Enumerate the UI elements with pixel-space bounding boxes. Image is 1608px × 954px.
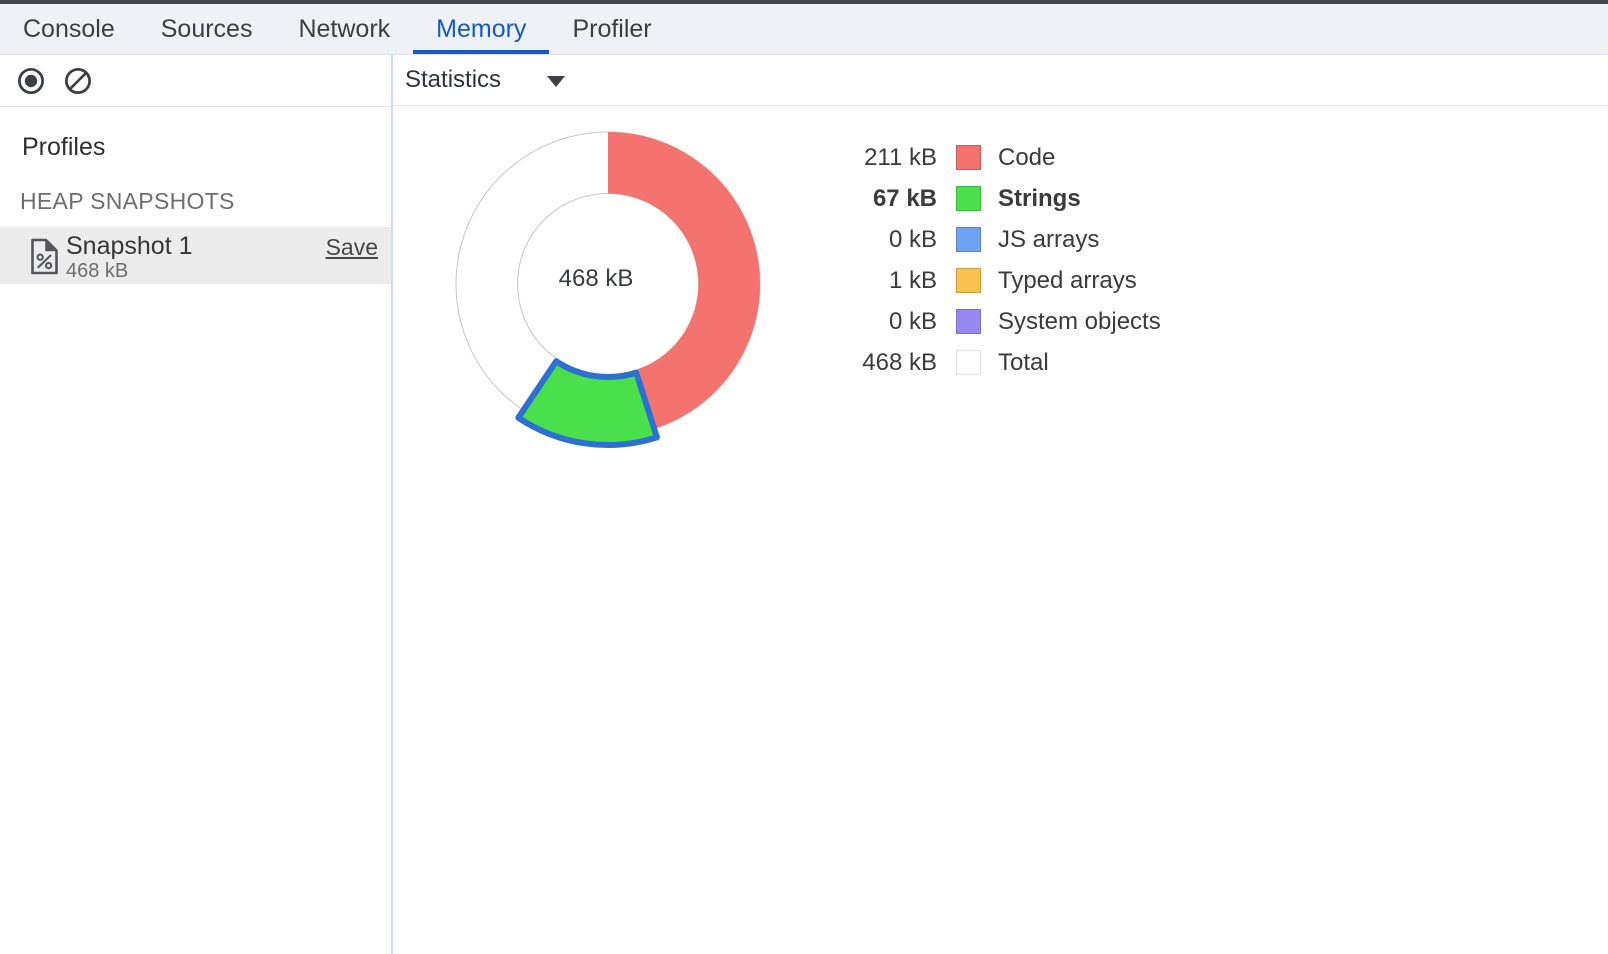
clear-profiles-button[interactable] <box>63 66 93 96</box>
tab-console[interactable]: Console <box>0 4 138 54</box>
tab-memory[interactable]: Memory <box>413 4 549 54</box>
profiles-toolbar <box>0 55 391 107</box>
tab-network[interactable]: Network <box>275 4 413 54</box>
legend-row-code[interactable]: 211 kB Code <box>842 137 1161 178</box>
legend-label: JS arrays <box>998 226 1099 254</box>
legend-label: Total <box>998 349 1049 377</box>
profiles-sidebar: Profiles HEAP SNAPSHOTS Snapshot 1 468 k… <box>0 107 391 954</box>
legend-label: Strings <box>998 185 1081 213</box>
legend-row-total[interactable]: 468 kB Total <box>842 342 1161 383</box>
snapshot-name: Snapshot 1 <box>66 232 193 261</box>
legend-row-strings[interactable]: 67 kB Strings <box>842 178 1161 219</box>
view-toolbar: Statistics <box>392 55 1608 106</box>
chart-legend: 211 kB Code 67 kB Strings 0 kB JS arrays… <box>842 137 1161 383</box>
tab-profiler[interactable]: Profiler <box>549 4 674 54</box>
legend-swatch-strings <box>956 186 981 211</box>
legend-row-typed-arrays[interactable]: 1 kB Typed arrays <box>842 260 1161 301</box>
legend-value: 0 kB <box>842 308 937 336</box>
chevron-down-icon <box>547 76 565 87</box>
profiles-heading: Profiles <box>22 133 105 162</box>
donut-segment-strings[interactable] <box>518 361 657 445</box>
view-select-label: Statistics <box>405 66 501 94</box>
tab-sources[interactable]: Sources <box>138 4 276 54</box>
legend-swatch-system-objects <box>956 309 981 334</box>
legend-swatch-typed-arrays <box>956 268 981 293</box>
save-snapshot-link[interactable]: Save <box>326 234 378 261</box>
statistics-panel: 468 kB 211 kB Code 67 kB Strings 0 kB JS… <box>393 108 1608 954</box>
donut-outline-inner <box>518 194 699 375</box>
legend-row-system-objects[interactable]: 0 kB System objects <box>842 301 1161 342</box>
legend-swatch-total <box>956 350 981 375</box>
record-icon <box>16 66 46 96</box>
heap-snapshots-section-title: HEAP SNAPSHOTS <box>20 188 235 215</box>
legend-value: 468 kB <box>842 349 937 377</box>
legend-value: 0 kB <box>842 226 937 254</box>
legend-value: 211 kB <box>842 144 937 172</box>
statistics-view-select[interactable]: Statistics <box>405 66 565 94</box>
legend-row-js-arrays[interactable]: 0 kB JS arrays <box>842 219 1161 260</box>
legend-swatch-code <box>956 145 981 170</box>
heap-snapshot-icon <box>30 238 59 275</box>
legend-value: 1 kB <box>842 267 937 295</box>
heap-snapshot-item[interactable]: Snapshot 1 468 kB Save <box>0 227 391 284</box>
memory-donut-chart: 468 kB <box>435 111 781 457</box>
devtools-tabbar: Console Sources Network Memory Profiler <box>0 4 1608 55</box>
clear-icon <box>63 66 93 96</box>
legend-value: 67 kB <box>842 185 937 213</box>
legend-swatch-js-arrays <box>956 227 981 252</box>
legend-label: System objects <box>998 308 1161 336</box>
snapshot-size: 468 kB <box>66 260 128 283</box>
record-heap-snapshot-button[interactable] <box>16 66 46 96</box>
legend-label: Code <box>998 144 1055 172</box>
legend-label: Typed arrays <box>998 267 1137 295</box>
